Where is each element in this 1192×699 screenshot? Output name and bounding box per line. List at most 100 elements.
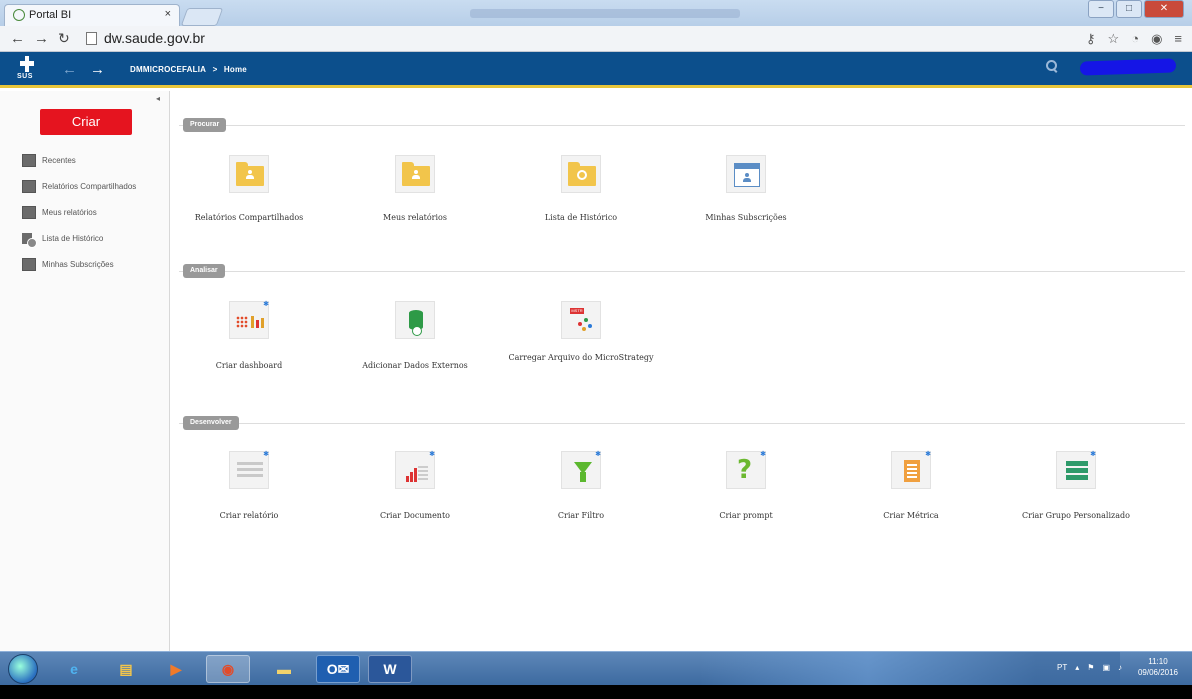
breadcrumb: DMMICROCEFALIA > Home [130,65,251,74]
outlook-icon[interactable]: O✉ [316,655,360,683]
tile-icon-box [726,155,766,193]
browser-titlebar: Portal BI × − □ ✕ [0,0,1192,26]
section-divider [179,125,1185,126]
menu-icon[interactable]: ≡ [1174,31,1182,47]
new-star-icon: ✱ [760,451,766,458]
tile-label: Criar relatório [219,511,279,520]
extension-icon[interactable]: ◔ [1131,31,1139,47]
tab-close-icon[interactable]: × [165,8,171,20]
document-icon [404,460,430,484]
tile-label: Criar Documento [379,511,450,520]
browser-toolbar-icons: ⚷ ☆ ◔ ◉ ≡ [1086,31,1182,47]
key-icon[interactable]: ⚷ [1086,31,1096,47]
sus-logo[interactable]: SUS [14,56,40,82]
shared-folder-icon [236,162,264,186]
browser-tab[interactable]: Portal BI × [4,4,180,26]
sidebar-item-recentes[interactable]: Recentes [22,154,76,174]
sidebar-item-label: Meus relatórios [42,208,97,217]
tile-icon-box [561,155,601,193]
chrome-icon[interactable]: ◉ [206,655,250,683]
bookmark-star-icon[interactable]: ☆ [1108,31,1120,47]
redacted-user-name[interactable] [1079,58,1177,76]
address-bar[interactable]: dw.saude.gov.br [84,29,1084,48]
collapse-sidebar-icon[interactable]: ◂ [156,94,160,103]
subscription-icon [734,163,760,187]
cross-icon [20,56,34,72]
section-title-analisar: Analisar [183,264,225,278]
custom-group-icon [1066,461,1088,481]
tile-label: Criar prompt [719,511,773,520]
new-tab-button[interactable] [180,8,224,26]
tray-expand-icon[interactable]: ▴ [1075,663,1079,672]
profile-icon[interactable]: ◉ [1151,31,1162,47]
tile-icon-box: ✱ [229,301,269,339]
page-icon [86,32,97,45]
windows-start-icon[interactable] [8,654,38,684]
sidebar-item-my-reports[interactable]: Meus relatórios [22,206,97,226]
file-explorer-icon[interactable]: ▤ [104,655,148,683]
sidebar-item-label: Minhas Subscrições [42,260,114,269]
tile-label: Criar Filtro [557,511,605,520]
clock-date: 09/06/2016 [1137,668,1178,677]
sidebar-item-label: Relatórios Compartilhados [42,182,137,191]
sidebar: ◂ Criar Recentes Relatórios Compartilhad… [0,91,170,651]
my-folder-icon [402,162,430,186]
tile-label: Criar Grupo Personalizado [1022,511,1130,520]
volume-icon[interactable]: ♪ [1118,663,1122,672]
tile-label: Lista de Histórico [544,213,618,222]
sidebar-item-label: Recentes [42,156,76,165]
sidebar-item-history[interactable]: Lista de Histórico [22,232,103,252]
tile-label: Adicionar Dados Externos [362,361,468,370]
search-icon[interactable] [1046,60,1058,72]
tile-icon-box [395,155,435,193]
app-back-icon[interactable]: ← [62,61,77,78]
blurred-window-title [470,9,740,18]
flag-icon[interactable]: ⚑ [1087,663,1094,672]
sidebar-item-subscriptions[interactable]: Minhas Subscrições [22,258,114,278]
tile-label: Criar Métrica [883,511,939,520]
tile-icon-box: MSTR [561,301,601,339]
tile-icon-box: ✱ [1056,451,1096,489]
sidebar-item-label: Lista de Histórico [42,234,104,243]
logo-text: SUS [17,73,33,80]
breadcrumb-separator: > [212,65,218,74]
section-title-desenvolver: Desenvolver [183,416,239,430]
network-icon[interactable]: ▣ [1102,663,1110,672]
system-clock[interactable]: 11:10 09/06/2016 [1138,656,1178,678]
browser-back-icon[interactable]: ← [10,30,25,47]
tile-icon-box: ✱ [561,451,601,489]
reload-icon[interactable]: ↻ [58,30,70,47]
browser-forward-icon[interactable]: → [34,30,49,47]
breadcrumb-current: Home [223,65,247,74]
folder-icon[interactable]: ▬ [262,655,306,683]
tile-label: Carregar Arquivo do MicroStrategy [508,353,654,362]
maximize-button[interactable]: □ [1116,0,1142,18]
screen: Portal BI × − □ ✕ ← → ↻ dw.saude.gov.br … [0,0,1192,699]
close-window-button[interactable]: ✕ [1144,0,1184,18]
tile-label: Minhas Subscrições [705,213,787,222]
create-button[interactable]: Criar [40,109,132,135]
main-content: Procurar Relatórios Compartilhados Meus … [171,91,1192,651]
media-player-icon[interactable]: ▶ [154,655,198,683]
word-icon[interactable]: W [368,655,412,683]
language-indicator[interactable]: PT [1057,663,1067,672]
tile-icon-box: ✱ [891,451,931,489]
app-forward-icon[interactable]: → [90,61,105,78]
history-folder-icon [568,162,596,186]
history-icon [22,232,37,248]
filter-icon [574,462,592,482]
clock-time: 11:10 [1148,657,1168,666]
sidebar-item-shared-reports[interactable]: Relatórios Compartilhados [22,180,136,200]
prompt-icon: ? [737,455,753,485]
section-divider [179,271,1185,272]
window-controls: − □ ✕ [1088,0,1184,20]
tile-label: Relatórios Compartilhados [194,213,304,222]
breadcrumb-project[interactable]: DMMICROCEFALIA [130,65,206,74]
internet-explorer-icon[interactable]: e [52,655,96,683]
screen-bottom-border [0,685,1192,699]
minimize-button[interactable]: − [1088,0,1114,18]
new-star-icon: ✱ [595,451,601,458]
mstr-badge: MSTR [570,308,584,314]
system-tray: PT ▴ ⚑ ▣ ♪ [1057,663,1122,672]
new-star-icon: ✱ [1090,451,1096,458]
